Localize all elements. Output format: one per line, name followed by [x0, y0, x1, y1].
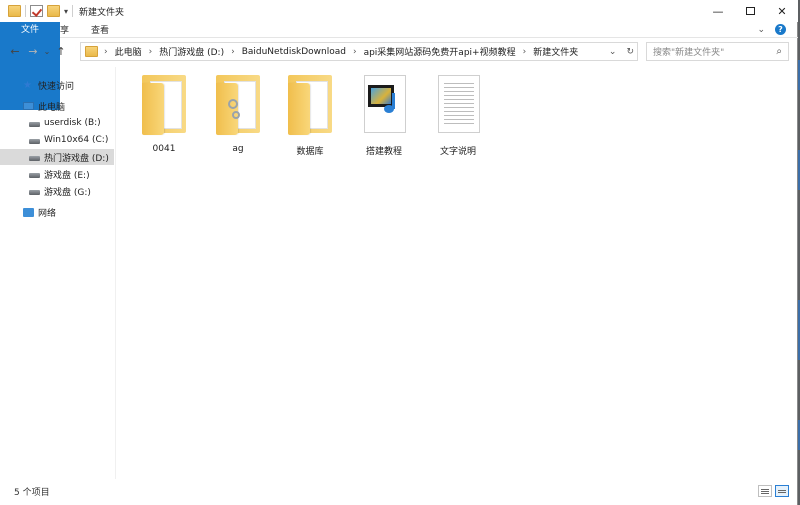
file-name: 0041 — [152, 144, 176, 154]
details-view-button[interactable] — [758, 485, 772, 497]
search-icon[interactable]: ⌕ — [776, 46, 782, 57]
item-count: 5 个项目 — [14, 487, 50, 498]
sidebar-item-drive-b[interactable]: userdisk (B:) — [0, 115, 114, 131]
quick-access-toolbar: ▾ — [0, 5, 74, 17]
breadcrumb-this-pc[interactable]: 此电脑 — [115, 45, 142, 58]
drive-icon — [29, 139, 40, 144]
file-list: 0041 ag 数据库 搭建教程 文字说明 — [118, 67, 798, 479]
sidebar-item-label: 网络 — [38, 208, 57, 219]
large-icons-view-button[interactable] — [775, 485, 789, 497]
title-bar: ▾ 新建文件夹 — ✕ — [0, 0, 798, 22]
sidebar-item-this-pc[interactable]: 此电脑 — [0, 98, 114, 114]
breadcrumb-baidunetdisk[interactable]: BaiduNetdiskDownload — [242, 47, 346, 57]
maximize-icon — [745, 7, 755, 15]
chevron-right-icon[interactable]: › — [231, 47, 235, 57]
back-button[interactable]: ← — [6, 45, 24, 58]
text-file-icon — [434, 75, 482, 139]
maximize-button[interactable] — [734, 0, 766, 22]
status-bar: 5 个项目 — [0, 483, 798, 499]
folder-icon — [140, 75, 188, 139]
star-icon: ★ — [23, 79, 32, 91]
view-toggle — [758, 485, 789, 497]
tab-view[interactable]: 查看 — [80, 22, 120, 37]
sidebar-item-label: userdisk (B:) — [44, 118, 101, 128]
breadcrumb-current[interactable]: 新建文件夹 — [533, 45, 578, 58]
navigation-pane: ★ 快速访问 此电脑 userdisk (B:) Win10x64 (C:) 热… — [0, 67, 116, 479]
drive-icon — [29, 190, 40, 195]
address-dropdown-icon[interactable]: ⌄ — [609, 47, 617, 57]
sidebar-item-drive-d[interactable]: 热门游戏盘 (D:) — [0, 149, 114, 165]
close-button[interactable]: ✕ — [766, 0, 798, 22]
folder-icon — [85, 46, 98, 57]
settings-folder-icon — [214, 75, 262, 139]
file-name: ag — [232, 144, 244, 154]
chevron-right-icon[interactable]: › — [353, 47, 357, 57]
forward-button[interactable]: → — [24, 45, 42, 58]
list-item-folder-ag[interactable]: ag — [208, 75, 268, 163]
sidebar-item-network[interactable]: 网络 — [0, 204, 114, 220]
drive-icon — [29, 156, 40, 161]
expand-ribbon-icon[interactable]: ⌄ — [757, 25, 765, 35]
drive-icon — [29, 173, 40, 178]
help-icon[interactable]: ? — [775, 24, 786, 35]
recent-locations-dropdown[interactable]: ⌄ — [42, 47, 52, 56]
list-item-folder-database[interactable]: 数据库 — [280, 75, 340, 163]
ribbon-tabs: 文件 主页 共享 查看 ⌄ ? — [0, 22, 798, 110]
search-placeholder: 搜索"新建文件夹" — [653, 48, 725, 58]
sidebar-item-drive-e[interactable]: 游戏盘 (E:) — [0, 166, 114, 182]
chevron-right-icon[interactable]: › — [104, 47, 108, 57]
sidebar-item-label: 快速访问 — [38, 81, 75, 92]
computer-icon — [23, 102, 34, 110]
navigation-bar: ← → ⌄ ↑ › 此电脑 › 热门游戏盘 (D:) › BaiduNetdis… — [0, 40, 798, 62]
drive-icon — [29, 122, 40, 127]
sidebar-item-drive-g[interactable]: 游戏盘 (G:) — [0, 183, 114, 199]
network-icon — [23, 207, 34, 217]
divider — [25, 5, 26, 17]
sidebar-item-label: 热门游戏盘 (D:) — [44, 153, 109, 164]
sidebar-item-quick-access[interactable]: ★ 快速访问 — [0, 77, 114, 93]
file-name: 文字说明 — [439, 147, 476, 157]
folder-icon — [8, 5, 21, 17]
divider — [72, 5, 74, 17]
search-input[interactable]: 搜索"新建文件夹" ⌕ — [646, 42, 789, 61]
properties-icon[interactable] — [30, 5, 43, 17]
window-title: 新建文件夹 — [79, 7, 125, 18]
customize-qat-dropdown[interactable]: ▾ — [64, 7, 68, 16]
address-bar[interactable]: › 此电脑 › 热门游戏盘 (D:) › BaiduNetdiskDownloa… — [80, 42, 638, 61]
refresh-icon[interactable]: ↻ — [626, 47, 634, 57]
file-explorer-window: ▾ 新建文件夹 — ✕ 文件 主页 共享 查看 ⌄ ? ← → ⌄ ↑ › 此电… — [0, 0, 798, 505]
new-folder-icon[interactable] — [47, 5, 60, 17]
minimize-button[interactable]: — — [702, 0, 734, 22]
up-button[interactable]: ↑ — [52, 45, 70, 58]
list-item-folder-0041[interactable]: 0041 — [134, 75, 194, 163]
chevron-right-icon[interactable]: › — [523, 47, 527, 57]
sidebar-item-label: 此电脑 — [38, 102, 66, 113]
file-name: 数据库 — [296, 147, 324, 157]
window-controls: — ✕ — [702, 0, 798, 22]
sidebar-item-label: 游戏盘 (G:) — [44, 187, 91, 198]
sidebar-item-label: 游戏盘 (E:) — [44, 170, 90, 181]
video-file-icon — [360, 75, 408, 139]
list-item-text-doc[interactable]: 文字说明 — [428, 75, 488, 163]
sidebar-item-label: Win10x64 (C:) — [44, 135, 109, 145]
list-item-video-tutorial[interactable]: 搭建教程 — [354, 75, 414, 163]
chevron-right-icon[interactable]: › — [149, 47, 153, 57]
breadcrumb-drive-d[interactable]: 热门游戏盘 (D:) — [159, 45, 224, 58]
sidebar-item-drive-c[interactable]: Win10x64 (C:) — [0, 132, 114, 148]
breadcrumb-api-folder[interactable]: api采集网站源码免费开api+视频教程 — [364, 45, 516, 58]
file-name: 搭建教程 — [365, 147, 402, 157]
folder-icon — [286, 75, 334, 139]
